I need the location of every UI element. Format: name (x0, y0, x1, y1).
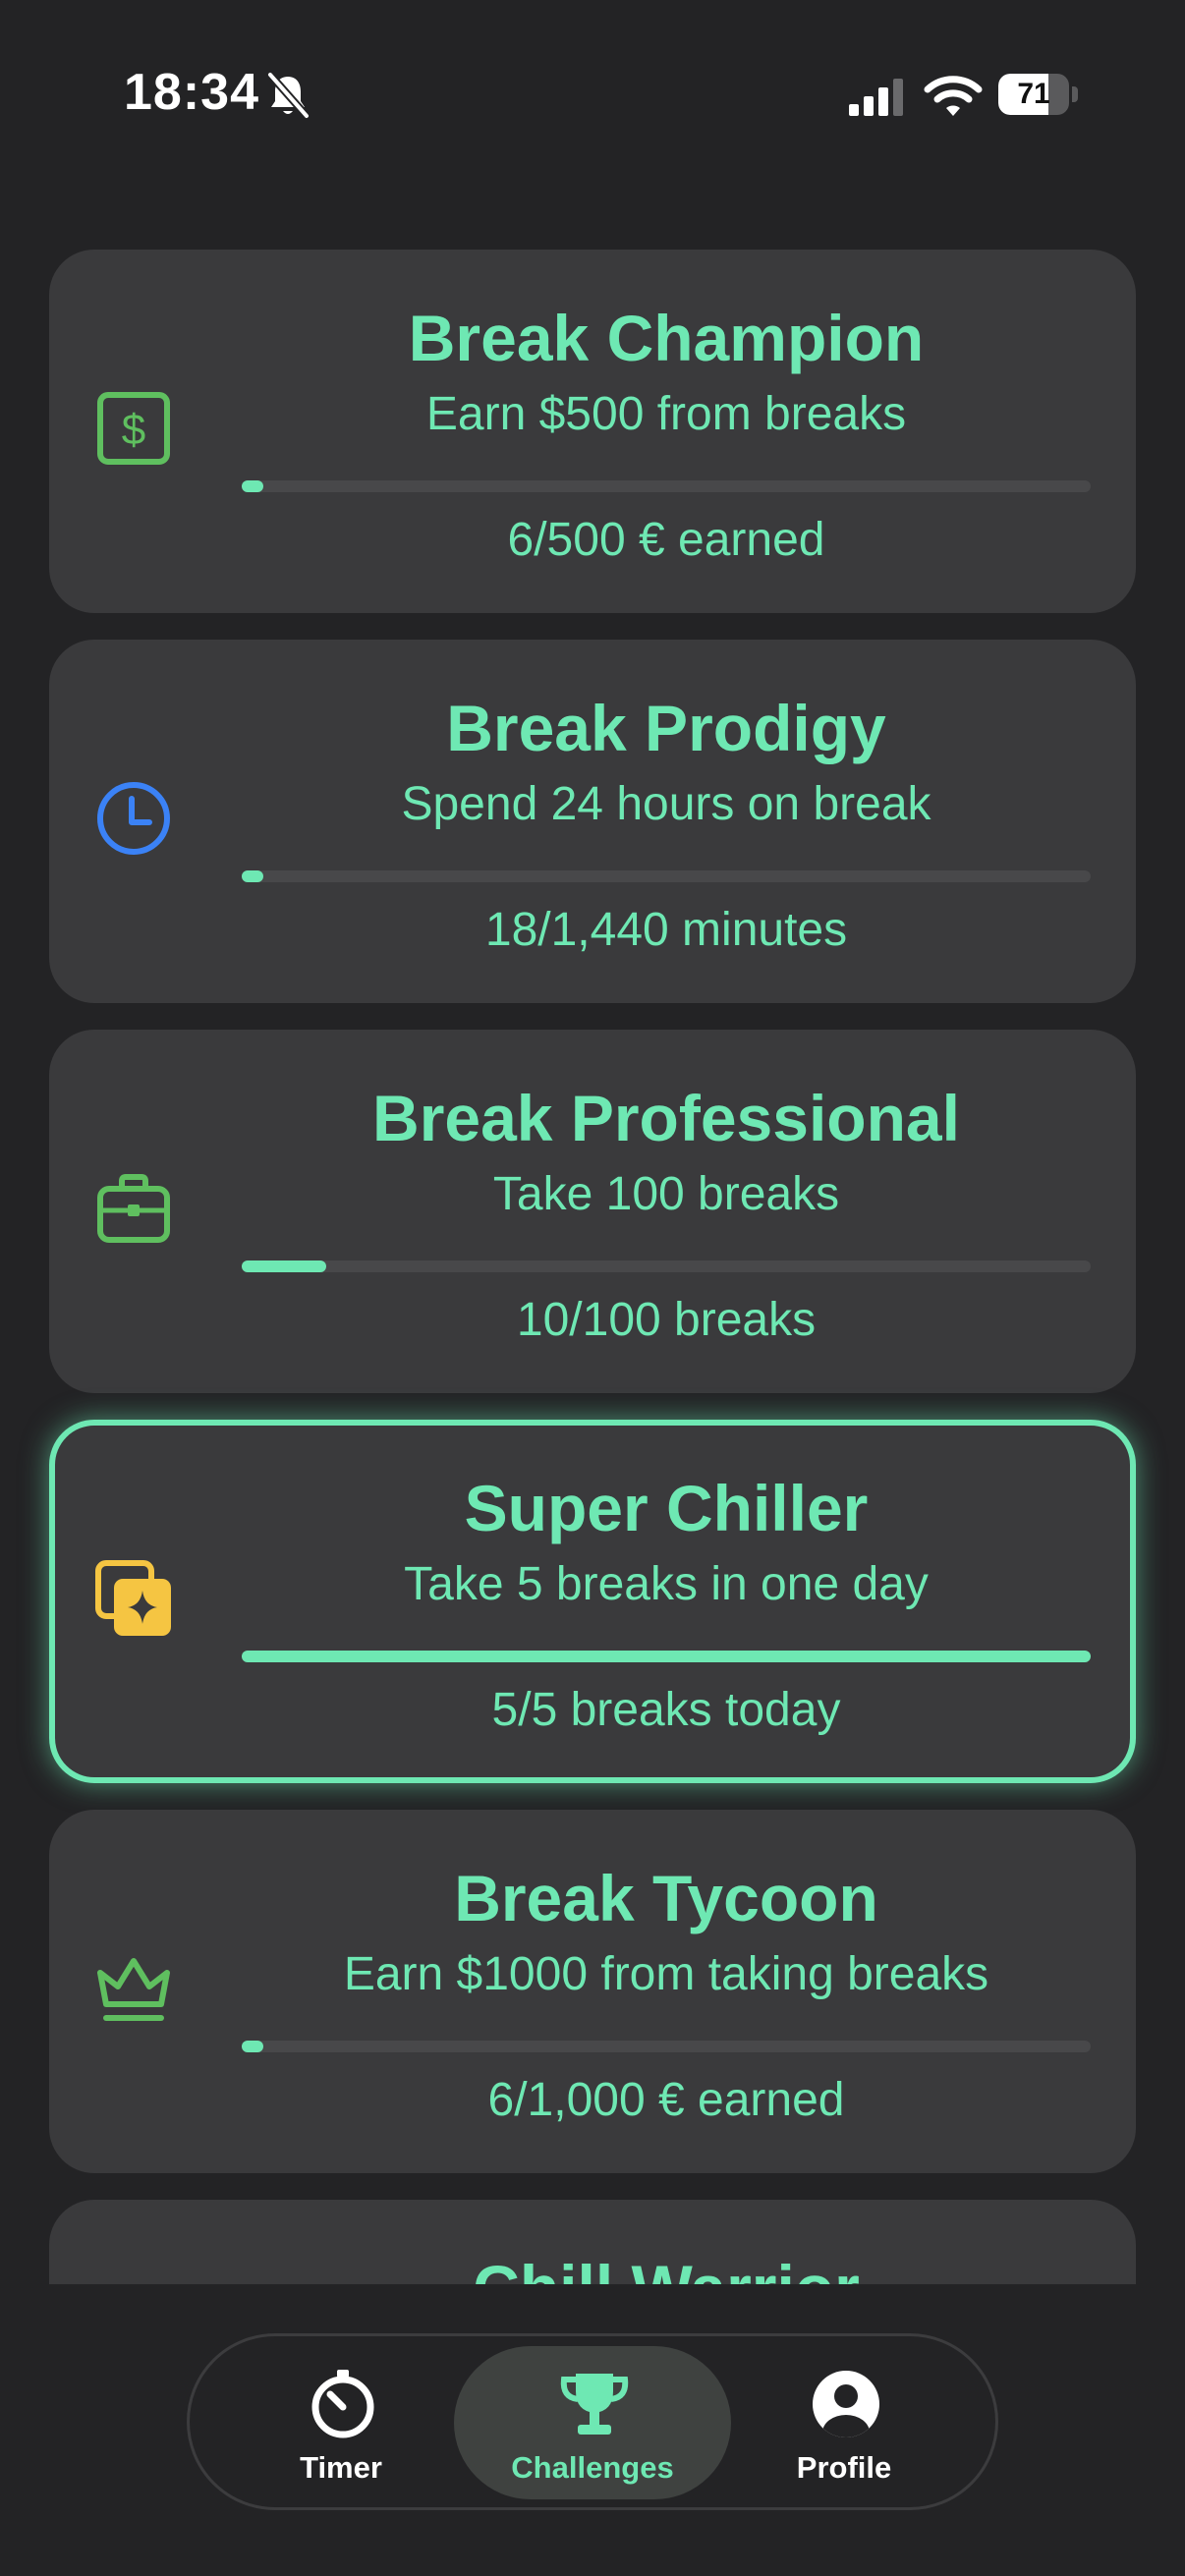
tab-timer[interactable]: Timer (202, 2346, 480, 2499)
crown-icon (97, 1958, 170, 2021)
progress-fill (242, 480, 263, 492)
challenge-title: Break Professional (372, 1082, 960, 1154)
challenge-progress: 5/5 breaks today (491, 1684, 841, 1736)
briefcase-icon (97, 1174, 170, 1243)
battery-indicator: 71 (998, 74, 1079, 115)
challenge-description: Earn $1000 from taking breaks (343, 1948, 989, 2000)
wifi-icon (924, 76, 983, 116)
stopwatch-icon (311, 2370, 374, 2438)
progress-fill (242, 1260, 326, 1272)
tab-challenges[interactable]: Challenges (454, 2346, 731, 2499)
challenge-progress: 6/500 € earned (507, 514, 825, 566)
challenge-title: Chill Warrior (242, 2251, 1091, 2284)
progress-fill (242, 870, 263, 882)
battery-level: 71 (1017, 78, 1050, 110)
progress-track (242, 1651, 1091, 1662)
status-time: 18:34 (124, 64, 259, 121)
tab-label: Challenges (511, 2450, 674, 2485)
challenge-list[interactable]: $ Break Champion Earn $500 from breaks 6… (0, 246, 1185, 2284)
clock-icon (97, 782, 170, 855)
challenge-card-break-prodigy[interactable]: Break Prodigy Spend 24 hours on break 18… (49, 640, 1136, 1003)
progress-fill (242, 1651, 1091, 1662)
challenge-card-break-champion[interactable]: $ Break Champion Earn $500 from breaks 6… (49, 250, 1136, 613)
challenge-progress: 18/1,440 minutes (484, 904, 848, 956)
tab-bar: Timer Challenges Profile (187, 2333, 998, 2510)
person-icon (813, 2371, 879, 2437)
challenge-title: Break Champion (408, 302, 925, 374)
challenge-description: Spend 24 hours on break (401, 778, 931, 830)
progress-track (242, 1260, 1091, 1272)
signal-icon (849, 79, 903, 116)
progress-track (242, 480, 1091, 492)
challenge-title: Super Chiller (464, 1472, 869, 1544)
tab-label: Profile (796, 2450, 892, 2485)
svg-text:$: $ (122, 406, 145, 454)
challenge-progress: 10/100 breaks (516, 1294, 817, 1346)
sparkle-icon (95, 1560, 171, 1636)
challenge-card-break-tycoon[interactable]: Break Tycoon Earn $1000 from taking brea… (49, 1810, 1136, 2173)
dollar-icon: $ (97, 392, 170, 465)
challenge-description: Earn $500 from breaks (425, 388, 907, 440)
challenge-card-super-chiller[interactable]: Super Chiller Take 5 breaks in one day 5… (49, 1420, 1136, 1783)
progress-fill (242, 2041, 263, 2052)
challenge-title: Break Tycoon (454, 1862, 878, 1934)
challenge-title: Break Prodigy (446, 692, 886, 764)
challenge-description: Take 100 breaks (492, 1168, 840, 1220)
progress-track (242, 870, 1091, 882)
bell-muted-icon (266, 72, 310, 119)
challenge-card-break-professional[interactable]: Break Professional Take 100 breaks 10/10… (49, 1030, 1136, 1393)
status-bar: 18:34 71 (0, 0, 1185, 196)
challenge-progress: 6/1,000 € earned (487, 2074, 845, 2126)
trophy-icon (560, 2374, 629, 2435)
tab-label: Timer (300, 2450, 382, 2485)
progress-track (242, 2041, 1091, 2052)
challenge-card-chill-warrior[interactable]: Chill Warrior (49, 2200, 1136, 2284)
challenge-description: Take 5 breaks in one day (404, 1558, 929, 1610)
tab-profile[interactable]: Profile (705, 2346, 983, 2499)
